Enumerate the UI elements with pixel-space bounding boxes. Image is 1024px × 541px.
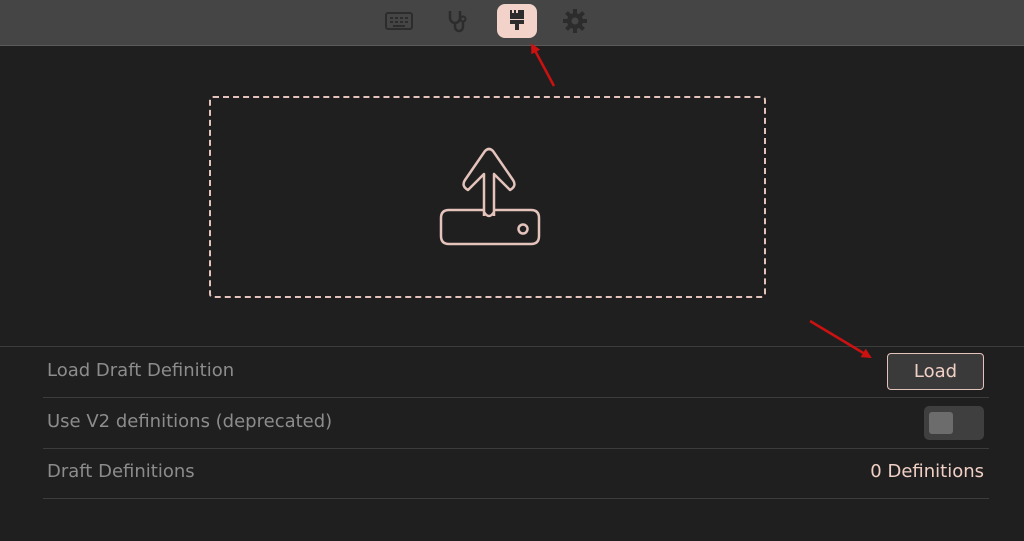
file-dropzone[interactable] <box>209 96 766 298</box>
draft-definitions-label: Draft Definitions <box>47 461 195 482</box>
keyboard-icon <box>385 12 413 30</box>
draft-definitions-row: Draft Definitions 0 Definitions <box>43 448 989 499</box>
load-draft-row: Load Draft Definition Load <box>43 347 989 398</box>
use-v2-label: Use V2 definitions (deprecated) <box>47 411 333 432</box>
load-draft-label: Load Draft Definition <box>47 360 235 381</box>
tab-keyboard[interactable] <box>379 4 419 38</box>
annotation-arrow-tab <box>530 43 556 87</box>
tab-draft[interactable] <box>497 4 537 38</box>
draft-definitions-count: 0 Definitions <box>870 461 984 482</box>
paintbrush-icon <box>510 9 524 30</box>
top-toolbar <box>0 0 1024 46</box>
use-v2-row: Use V2 definitions (deprecated) <box>43 398 989 449</box>
tab-diagnostics[interactable] <box>437 4 477 38</box>
stethoscope-icon <box>448 11 467 33</box>
load-button[interactable]: Load <box>887 353 984 390</box>
gear-icon <box>563 9 587 33</box>
tab-settings[interactable] <box>555 4 595 38</box>
use-v2-toggle[interactable] <box>924 406 984 440</box>
upload-icon <box>439 147 541 246</box>
toggle-knob <box>929 412 953 434</box>
